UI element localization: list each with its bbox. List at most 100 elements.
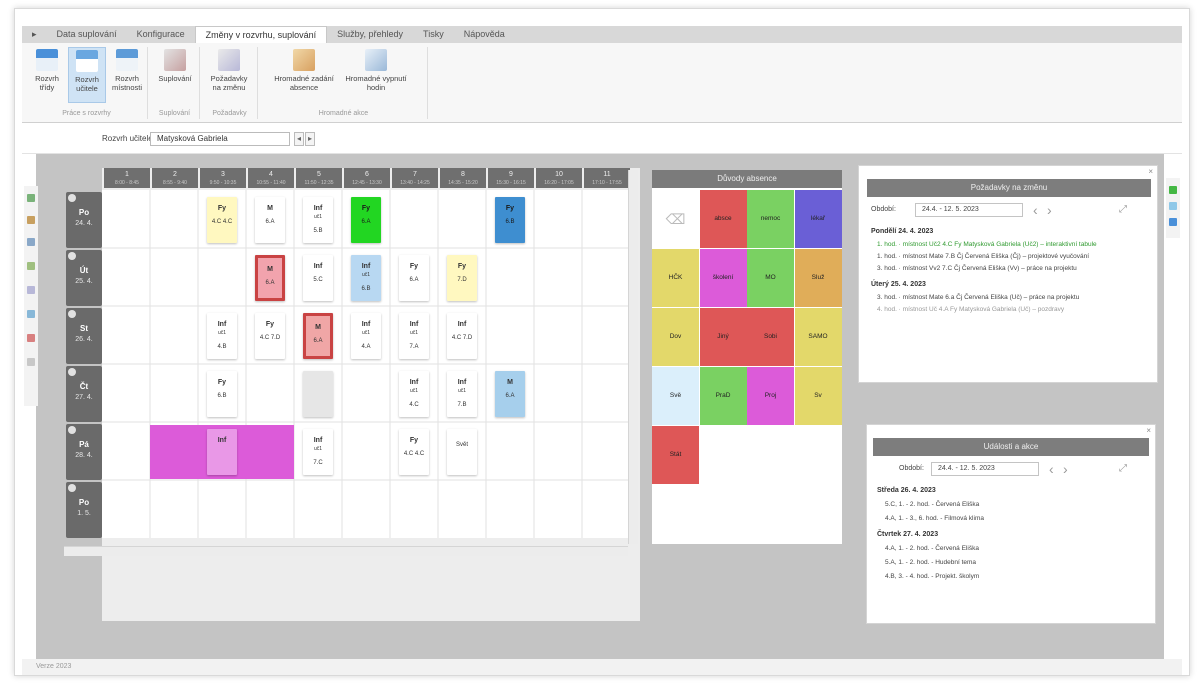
lesson-card[interactable]: Fy 6.A (351, 197, 381, 243)
teacher-schedule-button[interactable]: Rozvrh učitele (68, 47, 106, 103)
lesson-card[interactable]: Inf uč1 7.C (303, 429, 333, 475)
absence-reason[interactable]: Služ (794, 249, 842, 307)
lesson-card[interactable]: Fy 4.C 4.C (399, 429, 429, 475)
absence-reason[interactable]: nemoc (747, 190, 794, 248)
close-icon[interactable]: × (1148, 167, 1153, 176)
chevron-right-icon[interactable]: › (1047, 202, 1052, 218)
class-schedule-button[interactable]: Rozvrh třídy (28, 47, 66, 103)
absence-reason[interactable]: Sobi (747, 308, 794, 366)
event-item[interactable]: 5.A, 1. - 2. hod. - Hudební tema (885, 559, 976, 566)
day-label[interactable]: Út 25. 4. (66, 250, 102, 306)
event-item[interactable]: 5.C, 1. - 2. hod. - Červená Eliška (885, 501, 979, 508)
period-select[interactable]: 24.4. - 12. 5. 2023 (915, 203, 1023, 217)
room-schedule-button[interactable]: Rozvrh místnosti (108, 47, 146, 103)
absence-reason[interactable]: Svě (652, 367, 699, 425)
lesson-card[interactable]: Inf uč1 7.B (447, 371, 477, 417)
next-teacher-button[interactable]: ▸ (305, 132, 315, 146)
substitution-button[interactable]: Suplování (156, 47, 194, 103)
tool-icon[interactable] (1169, 202, 1177, 210)
absence-reason[interactable]: lékař (794, 190, 842, 248)
ribbon-tab[interactable]: Konfigurace (127, 26, 195, 43)
request-item[interactable]: 4. hod. · místnost Uč 4.A Fy Matysková G… (877, 306, 1064, 313)
lesson-subject: Inf (409, 321, 419, 328)
ribbon-tab[interactable]: ▸ (22, 26, 47, 43)
day-label[interactable]: Po 1. 5. (66, 482, 102, 538)
tool-icon[interactable] (27, 286, 35, 294)
day-label[interactable]: Čt 27. 4. (66, 366, 102, 422)
event-item[interactable]: 4.A, 1. - 3., 6. hod. - Filmová klima (885, 515, 984, 522)
request-item[interactable]: 1. hod. · místnost Uč2 4.C Fy Matysková … (877, 241, 1097, 248)
absence-reason[interactable]: PraD (699, 367, 747, 425)
lesson-card[interactable]: Inf uč1 5.B (303, 197, 333, 243)
tool-icon[interactable] (1169, 186, 1177, 194)
absence-reason[interactable]: Proj (747, 367, 794, 425)
close-icon[interactable]: × (1146, 426, 1151, 435)
request-item[interactable]: 3. hod. · místnost Mate 6.a Čj Červená E… (877, 294, 1079, 301)
tool-icon[interactable] (27, 310, 35, 318)
absence-reason-label: SAMO (808, 333, 828, 340)
ribbon-tab[interactable]: Data suplování (47, 26, 127, 43)
bulk-absence-button[interactable]: Hromadné zadání absence (274, 47, 334, 103)
teacher-select[interactable]: Matysková Gabriela (150, 132, 290, 146)
event-item[interactable]: 4.B, 3. - 4. hod. - Projekt. školym (885, 573, 979, 580)
lesson-card[interactable] (303, 371, 333, 417)
tool-icon[interactable] (27, 358, 35, 366)
absence-reason[interactable]: Dov (652, 308, 699, 366)
absence-reason[interactable]: HČK (652, 249, 699, 307)
timetable-vertical-scrollbar[interactable] (628, 170, 638, 544)
absence-reason[interactable]: školení (699, 249, 747, 307)
prev-teacher-button[interactable]: ◂ (294, 132, 304, 146)
lesson-card[interactable]: Svět (447, 429, 477, 475)
chevron-left-icon[interactable]: ‹ (1049, 461, 1054, 477)
lesson-card[interactable]: Fy 6.A (399, 255, 429, 301)
lesson-card[interactable]: Fy 4.C 4.C (207, 197, 237, 243)
tool-icon[interactable] (1169, 218, 1177, 226)
expand-icon[interactable]: ⤢ (1119, 461, 1127, 477)
lesson-card[interactable]: Inf uč1 6.B (351, 255, 381, 301)
lesson-card[interactable]: M 6.A (303, 313, 333, 359)
tool-icon[interactable] (27, 238, 35, 246)
absence-reason[interactable]: Jiný (699, 308, 747, 366)
request-item[interactable]: 3. hod. · místnost Vv2 7.C Čj Červená El… (877, 265, 1077, 272)
lesson-card[interactable]: Inf uč1 4.B (207, 313, 237, 359)
eraser-cell[interactable]: ⌫ (652, 190, 699, 248)
lesson-card[interactable]: Fy 6.B (495, 197, 525, 243)
lesson-card[interactable]: Inf uč1 7.A (399, 313, 429, 359)
timetable-horizontal-scrollbar[interactable] (64, 546, 628, 556)
chevron-left-icon[interactable]: ‹ (1033, 202, 1038, 218)
period-select[interactable]: 24.4. - 12. 5. 2023 (931, 462, 1039, 476)
absence-reason[interactable]: Stát (652, 426, 699, 484)
lesson-card[interactable]: Fy 6.B (207, 371, 237, 417)
lesson-card[interactable]: Fy 7.D (447, 255, 477, 301)
event-item[interactable]: 4.A, 1. - 2. hod. - Červená Eliška (885, 545, 979, 552)
ribbon-tab[interactable]: Služby, přehledy (327, 26, 413, 43)
lesson-card[interactable]: Inf 4.C 7.D (447, 313, 477, 359)
day-label[interactable]: St 26. 4. (66, 308, 102, 364)
lesson-card[interactable]: M 6.A (255, 197, 285, 243)
day-label[interactable]: Po 24. 4. (66, 192, 102, 248)
request-item[interactable]: 1. hod. · místnost Mate 7.B Čj Červená E… (877, 253, 1089, 260)
expand-icon[interactable]: ⤢ (1119, 202, 1127, 218)
lesson-card[interactable]: Inf 5.C (303, 255, 333, 301)
ribbon-tab[interactable]: Nápověda (454, 26, 515, 43)
tool-icon[interactable] (27, 262, 35, 270)
lesson-card[interactable]: M 6.A (255, 255, 285, 301)
tool-icon[interactable] (27, 194, 35, 202)
tool-icon[interactable] (27, 216, 35, 224)
lesson-card[interactable]: Inf uč1 4.A (351, 313, 381, 359)
lesson-card[interactable]: Inf uč1 4.C (399, 371, 429, 417)
chevron-right-icon[interactable]: › (1063, 461, 1068, 477)
day-label[interactable]: Pá 28. 4. (66, 424, 102, 480)
absence-reason[interactable]: Sv (794, 367, 842, 425)
tool-icon[interactable] (27, 334, 35, 342)
absence-reason[interactable]: SAMO (794, 308, 842, 366)
absence-reason[interactable]: absce (699, 190, 747, 248)
ribbon-tab[interactable]: Tisky (413, 26, 454, 43)
lesson-card[interactable]: M 6.A (495, 371, 525, 417)
ribbon-tab[interactable]: Změny v rozvrhu, suplování (194, 26, 328, 43)
absence-reason[interactable]: MO (747, 249, 794, 307)
change-requests-button[interactable]: Požadavky na změnu (210, 47, 248, 103)
lesson-card[interactable]: Inf (207, 429, 237, 475)
bulk-cancel-hours-button[interactable]: Hromadné vypnutí hodin (344, 47, 408, 103)
lesson-card[interactable]: Fy 4.C 7.D (255, 313, 285, 359)
